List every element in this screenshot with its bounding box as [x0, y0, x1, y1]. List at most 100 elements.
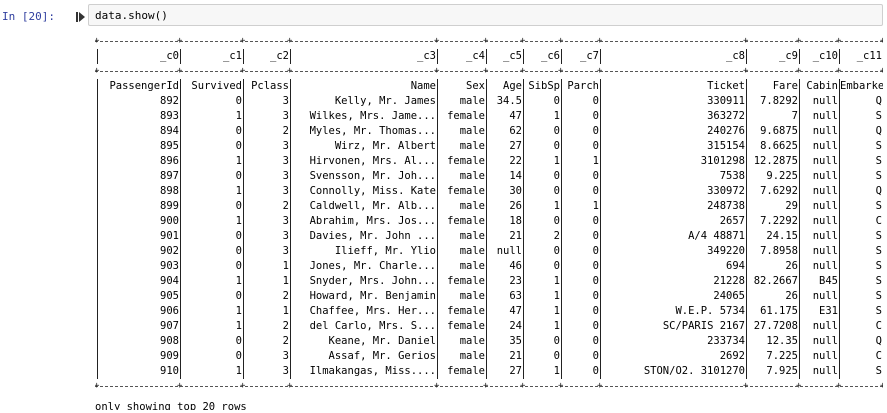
table-cell: female — [447, 320, 485, 332]
table-cell: 2 — [282, 200, 289, 212]
table-cell: _c1 — [223, 50, 242, 62]
table-row: 903 0 1 Jones, Mr. Charle... male 46 0 0 694 26 nu… — [95, 259, 883, 274]
table-cell: male — [459, 170, 485, 182]
table-cell: null — [812, 155, 838, 167]
table-cell: 904 — [160, 275, 179, 287]
separator-dash — [95, 386, 883, 387]
table-cell: 23 — [509, 275, 522, 287]
separator-plus: + — [240, 66, 246, 76]
table-cell: 2 — [282, 320, 289, 332]
table-cell: 7.6292 — [760, 185, 798, 197]
table-row: 908 0 2 Keane, Mr. Daniel male 35 0 0 233734 12.3… — [95, 334, 883, 349]
table-cell: 906 — [160, 305, 179, 317]
separator-dash — [95, 41, 883, 42]
table-cell: 894 — [160, 125, 179, 137]
table-cell: A/4 48871 — [688, 230, 745, 242]
table-cell: 0 — [235, 350, 242, 362]
table-cell: 24.15 — [766, 230, 798, 242]
table-cell: Keane, Mr. Daniel — [328, 335, 436, 347]
table-cell: 0 — [553, 350, 560, 362]
table-row: 897 0 3 Svensson, Mr. Joh... male 14 0 0 7538 9.2… — [95, 169, 883, 184]
table-cell: SibSp — [528, 80, 560, 92]
separator-plus: + — [558, 36, 564, 46]
table-cell: 0 — [553, 245, 560, 257]
table-cell: 1 — [553, 365, 560, 377]
table-cell: null — [812, 260, 838, 272]
table-cell: null — [812, 170, 838, 182]
table-cell: male — [459, 230, 485, 242]
table-cell: null — [812, 125, 838, 137]
table-cell: 895 — [160, 140, 179, 152]
table-cell: 896 — [160, 155, 179, 167]
header-separator: + + + + + + + + + + + + + — [95, 64, 883, 79]
table-cell: 900 — [160, 215, 179, 227]
table-cell: C — [875, 320, 882, 332]
table-cell: S — [875, 155, 882, 167]
table-cell: S — [875, 200, 882, 212]
table-cell: 27 — [509, 365, 522, 377]
header-row: _c0 _c1 _c2 _c3 _c4 _c5 _c6 _c7 _c8 _c9 _c10 _c11 — [95, 49, 883, 64]
table-cell: null — [812, 230, 838, 242]
table-cell: Ticket — [707, 80, 745, 92]
table-cell: 0 — [235, 245, 242, 257]
table-cell: Name — [410, 80, 436, 92]
table-cell: 0 — [592, 335, 599, 347]
separator-plus: + — [558, 66, 564, 76]
table-cell: 330972 — [707, 185, 745, 197]
table-cell: Parch — [567, 80, 599, 92]
table-cell: S — [875, 305, 882, 317]
table-cell: Assaf, Mr. Gerios — [328, 350, 436, 362]
table-cell: 905 — [160, 290, 179, 302]
table-row: 904 1 1 Snyder, Mrs. John... female 23 1 0 21228… — [95, 274, 883, 289]
code-input-area[interactable]: data.show() — [88, 4, 883, 26]
table-cell: 3 — [282, 350, 289, 362]
table-cell: C — [875, 215, 882, 227]
table-cell: SC/PARIS 2167 — [662, 320, 745, 332]
table-cell: B45 — [819, 275, 838, 287]
table-cell: S — [875, 260, 882, 272]
separator-plus: + — [177, 36, 183, 46]
table-cell: 0 — [553, 170, 560, 182]
table-row: 905 0 2 Howard, Mr. Benjamin male 63 1 0 24065 26… — [95, 289, 883, 304]
table-cell: 24 — [509, 320, 522, 332]
table-cell: null — [496, 245, 522, 257]
table-cell: 0 — [553, 95, 560, 107]
cell-output: + + + + + + + + + + + + + _c0 _c1 _c2 _c3 _c4 _c5 _c6 _c7 _c8… — [95, 34, 883, 410]
separator-plus: + — [483, 66, 489, 76]
table-cell: Jones, Mr. Charle... — [309, 260, 436, 272]
table-row: 896 1 3 Hirvonen, Mrs. Al... female 22 1 1 31012… — [95, 154, 883, 169]
table-cell: 898 — [160, 185, 179, 197]
dataframe-table: + + + + + + + + + + + + + _c0 _c1 _c2 _c3 _c4 _c5 _c6 _c7 _c8… — [95, 34, 883, 394]
separator-plus: + — [520, 36, 526, 46]
table-cell: _c10 — [812, 50, 838, 62]
table-cell: null — [812, 365, 838, 377]
table-cell: PassengerId — [109, 80, 179, 92]
table-cell: 233734 — [707, 335, 745, 347]
table-cell: 0 — [592, 110, 599, 122]
table-cell: 1 — [235, 185, 242, 197]
separator-plus: + — [483, 381, 489, 391]
table-cell: 82.2667 — [753, 275, 798, 287]
table-cell: 2 — [282, 125, 289, 137]
table-cell: Q — [875, 335, 882, 347]
table-cell: 0 — [592, 320, 599, 332]
table-cell: _c11 — [856, 50, 882, 62]
table-cell: Pclass — [251, 80, 289, 92]
table-cell: 1 — [553, 275, 560, 287]
table-cell: male — [459, 125, 485, 137]
separator-plus: + — [434, 36, 440, 46]
run-cell-icon[interactable] — [76, 10, 86, 22]
table-cell: male — [459, 95, 485, 107]
table-cell: 0 — [592, 95, 599, 107]
table-cell: _c3 — [417, 50, 436, 62]
table-cell: 0 — [592, 350, 599, 362]
table-cell: 1 — [592, 200, 599, 212]
separator-plus: + — [880, 66, 883, 76]
table-cell: S — [875, 140, 882, 152]
table-cell: 0 — [592, 215, 599, 227]
table-cell: S — [875, 365, 882, 377]
table-cell: 0 — [592, 305, 599, 317]
table-cell: 26 — [509, 200, 522, 212]
table-cell: Wirz, Mr. Albert — [334, 140, 436, 152]
table-cell: 7.8292 — [760, 95, 798, 107]
